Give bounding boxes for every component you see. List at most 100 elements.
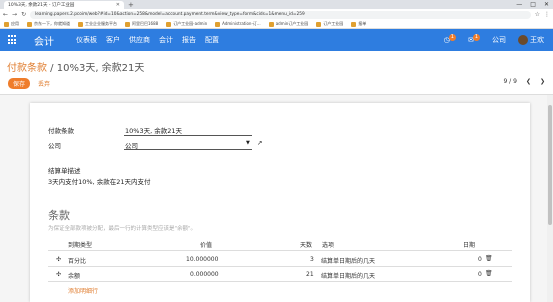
user-name: 王欢 xyxy=(530,36,544,44)
browser-tab-bar: 10%3天, 余款21天 - 订户工业园 ✕ + — □ ✕ xyxy=(0,0,553,9)
bookmark-item[interactable]: 报单 xyxy=(351,21,366,27)
activity-button[interactable]: ◷ 1 xyxy=(444,34,456,44)
drag-handle-icon[interactable]: ✣ xyxy=(56,256,61,263)
name-input[interactable]: 10%3天, 余款21天 xyxy=(125,125,182,135)
bookmark-item[interactable]: 工业企业服务平台 xyxy=(78,21,117,27)
page-scrollbar[interactable] xyxy=(547,95,553,302)
menu-item-dashboard[interactable]: 仪表板 xyxy=(76,35,97,45)
maximize-icon[interactable]: □ xyxy=(530,0,536,9)
bookmark-item[interactable]: 订户工业园-admin xyxy=(166,21,207,27)
browser-tab[interactable]: 10%3天, 余款21天 - 订户工业园 ✕ xyxy=(4,1,124,9)
bookmark-item[interactable]: 应用 xyxy=(4,21,19,27)
main-menu: 仪表板 客户 供应商 会计 报告 配置 xyxy=(76,35,219,45)
menu-dots-icon[interactable]: ⋮ xyxy=(544,11,550,18)
name-label: 付款条款 xyxy=(48,127,74,135)
app-brand[interactable]: 会计 xyxy=(34,33,54,48)
bookmark-item[interactable]: Administration-订... xyxy=(215,21,261,27)
column-header-days[interactable]: 天数 xyxy=(300,240,312,249)
row-divider xyxy=(48,281,512,282)
row-divider xyxy=(48,266,512,267)
pager-value[interactable]: 9 / 9 xyxy=(503,78,516,85)
cell-type[interactable]: 百分比 xyxy=(68,256,86,265)
cell-type[interactable]: 余额 xyxy=(68,271,80,280)
section-hint: 为保证全部款项被分配，最后一行的计算类型应该是"余额"。 xyxy=(48,226,197,232)
bookmark-icon xyxy=(27,21,32,27)
menu-item-config[interactable]: 配置 xyxy=(205,35,219,45)
name-underline xyxy=(124,135,252,136)
bookmark-icon xyxy=(166,21,172,27)
tab-title: 10%3天, 余款21天 - 订户工业园 xyxy=(8,3,75,8)
bookmark-icon xyxy=(125,21,130,27)
bookmark-item[interactable]: 订户工业园 xyxy=(316,21,343,27)
bookmark-icon xyxy=(316,21,322,27)
minimize-icon[interactable]: — xyxy=(516,0,522,9)
description-label: 结算单描述 xyxy=(48,167,81,175)
drag-handle-icon[interactable]: ✣ xyxy=(56,271,61,278)
pager: 9 / 9 ❮ ❯ xyxy=(503,78,545,85)
forward-icon[interactable]: → xyxy=(12,11,17,18)
add-line-link[interactable]: 添加明细行 xyxy=(68,286,98,295)
bookmarks-bar: 应用 京东一下，你就知道 工业企业服务平台 阿里巴巴1688 订户工业园-adm… xyxy=(0,20,553,29)
cell-option[interactable]: 结算单日期后的几天 xyxy=(321,256,375,265)
description-text[interactable]: 3天内支付10%, 余款在21天内支付 xyxy=(48,176,151,186)
breadcrumb-separator: / xyxy=(47,63,57,74)
close-tab-icon[interactable]: ✕ xyxy=(116,2,120,8)
star-icon[interactable]: ☆ xyxy=(535,11,540,18)
column-header-type[interactable]: 到期类型 xyxy=(68,240,92,249)
dropdown-caret-icon[interactable]: ▼ xyxy=(246,140,250,146)
header-divider xyxy=(48,250,512,251)
breadcrumb-current: 10%3天, 余款21天 xyxy=(56,63,145,74)
column-header-value[interactable]: 价值 xyxy=(200,240,212,249)
close-window-icon[interactable]: ✕ xyxy=(544,0,549,9)
bookmark-item[interactable]: admin订户工业园 xyxy=(268,21,308,27)
cell-value[interactable]: 0.000000 xyxy=(190,271,219,278)
new-tab-icon[interactable]: + xyxy=(128,1,134,9)
chevron-left-icon[interactable]: ❮ xyxy=(526,78,531,85)
menu-item-reports[interactable]: 报告 xyxy=(182,35,196,45)
chat-badge: 1 xyxy=(472,34,480,41)
trash-icon[interactable]: 🗑 xyxy=(485,270,493,277)
cell-date[interactable]: 0 xyxy=(478,271,482,278)
apps-grid-icon[interactable] xyxy=(8,35,18,45)
top-navbar: 会计 仪表板 客户 供应商 会计 报告 配置 ◷ 1 ✉ 1 公司 王欢 xyxy=(0,29,553,51)
breadcrumb: 付款条款 / 10%3天, 余款21天 xyxy=(7,59,144,74)
address-bar: ← → ↻ learning.papers.2.pcoim/web?#id=10… xyxy=(0,9,553,20)
activity-badge: 1 xyxy=(448,34,456,41)
scrollbar-thumb[interactable] xyxy=(548,105,552,225)
company-underline xyxy=(124,149,252,150)
breadcrumb-parent[interactable]: 付款条款 xyxy=(7,63,47,74)
reload-icon[interactable]: ↻ xyxy=(21,11,26,18)
trash-icon[interactable]: 🗑 xyxy=(485,255,493,262)
column-header-option[interactable]: 选项 xyxy=(322,240,334,249)
form-sheet: 付款条款 10%3天, 余款21天 公司 公司 ▼ ↗ 结算单描述 3天内支付1… xyxy=(30,103,530,302)
back-icon[interactable]: ← xyxy=(3,11,8,18)
bookmark-icon xyxy=(215,21,221,27)
url-input[interactable]: learning.papers.2.pcoim/web?#id=10&actio… xyxy=(30,10,531,19)
cell-option[interactable]: 结算单日期后的几天 xyxy=(321,271,375,280)
user-menu[interactable]: 王欢 xyxy=(518,35,544,45)
external-link-icon[interactable]: ↗ xyxy=(257,139,262,147)
cell-days[interactable]: 3 xyxy=(310,256,314,263)
company-switcher[interactable]: 公司 xyxy=(492,35,506,45)
company-label: 公司 xyxy=(48,142,61,150)
menu-item-accounting[interactable]: 会计 xyxy=(159,35,173,45)
apps-icon xyxy=(4,21,9,27)
menu-item-vendors[interactable]: 供应商 xyxy=(129,35,150,45)
window-controls: — □ ✕ xyxy=(516,0,553,9)
avatar xyxy=(518,35,528,45)
bookmark-item[interactable]: 阿里巴巴1688 xyxy=(125,21,158,27)
column-header-date[interactable]: 日期 xyxy=(463,240,475,249)
save-button[interactable]: 保存 xyxy=(8,78,30,89)
bookmark-icon xyxy=(78,21,83,27)
cell-days[interactable]: 21 xyxy=(306,271,314,278)
bookmark-item[interactable]: 京东一下，你就知道 xyxy=(27,21,70,27)
navbar-right: ◷ 1 ✉ 1 公司 王欢 xyxy=(444,34,553,45)
chat-button[interactable]: ✉ 1 xyxy=(468,34,480,44)
discard-button[interactable]: 丢弃 xyxy=(38,78,50,89)
bookmark-icon xyxy=(351,21,357,27)
chevron-right-icon[interactable]: ❯ xyxy=(540,78,545,85)
cell-date[interactable]: 0 xyxy=(478,256,482,263)
cell-value[interactable]: 10.000000 xyxy=(186,256,218,263)
section-title: 条款 xyxy=(48,209,70,222)
menu-item-customers[interactable]: 客户 xyxy=(106,35,120,45)
